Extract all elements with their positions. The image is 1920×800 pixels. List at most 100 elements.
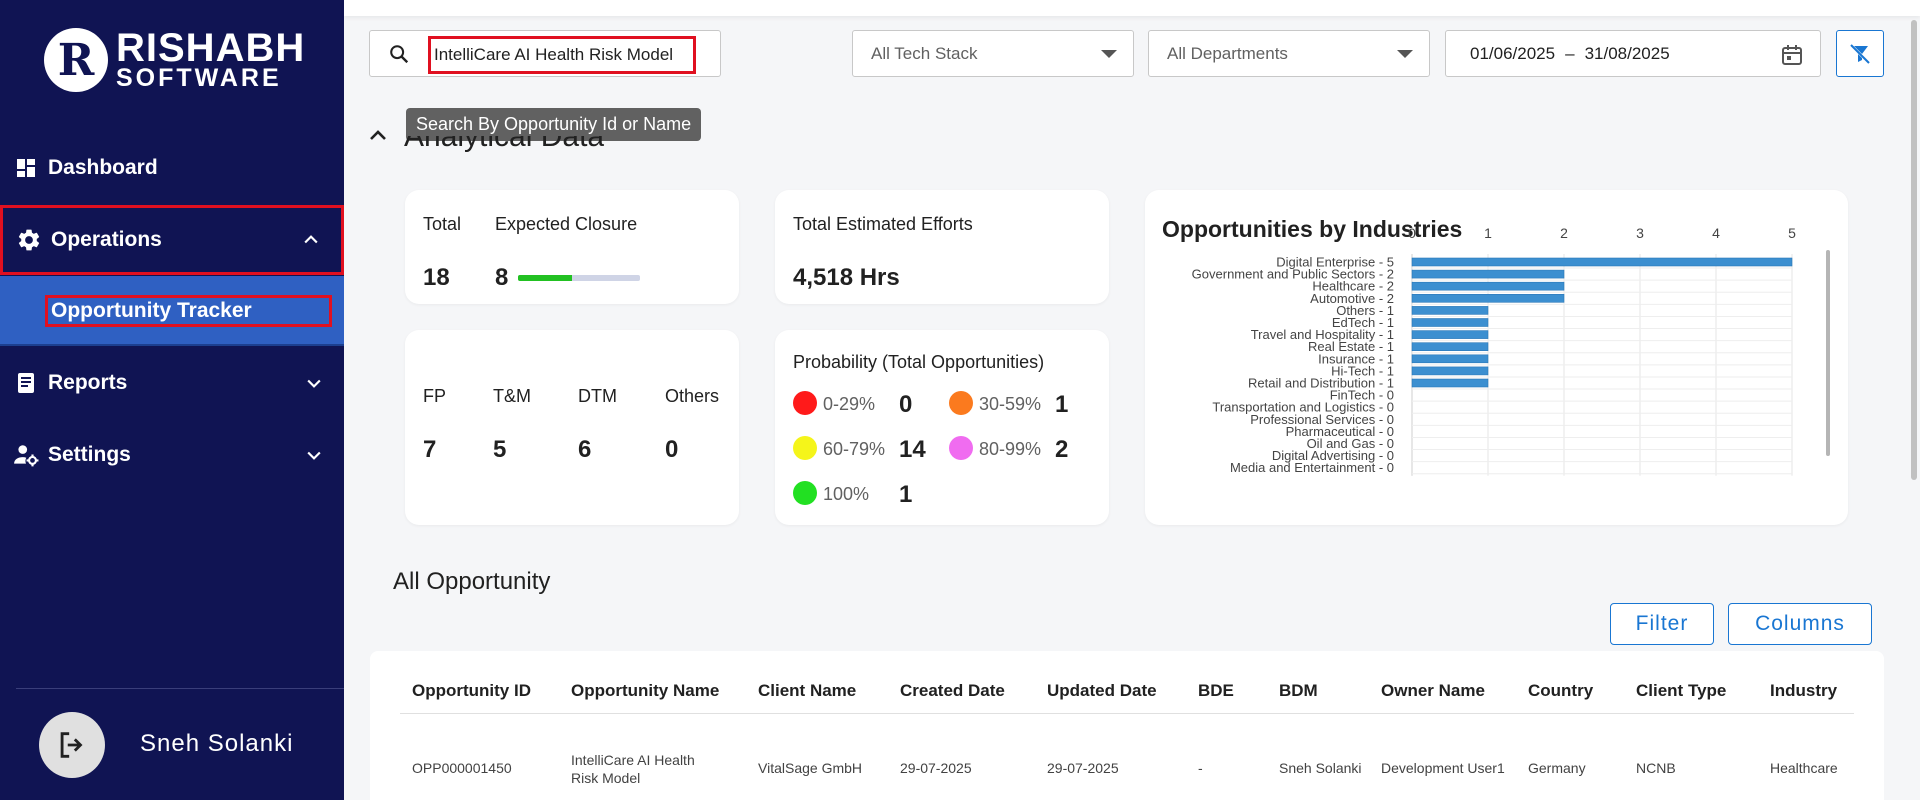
search-box[interactable]	[369, 30, 721, 77]
date-separator: –	[1565, 44, 1575, 63]
search-input[interactable]	[428, 36, 696, 74]
cell-industry: Healthcare	[1770, 760, 1838, 776]
total-value: 18	[423, 264, 450, 291]
closure-progress-bar	[518, 275, 640, 281]
efforts-value: 4,518 Hrs	[793, 264, 900, 291]
type-label-others: Others	[665, 386, 720, 406]
brand-line1: RISHABH	[116, 26, 306, 71]
x-tick-label: 1	[1484, 225, 1492, 241]
type-value-fp: 7	[423, 436, 437, 463]
calendar-icon[interactable]	[1780, 43, 1804, 67]
sidebar-item-reports[interactable]: Reports	[0, 348, 344, 418]
top-bar	[344, 0, 1920, 16]
type-value-others: 0	[665, 436, 679, 463]
bar	[1411, 306, 1489, 315]
sidebar-item-label: Reports	[48, 371, 128, 394]
industries-bar-chart: 0 1 2 3 4 5Digital Enterprise - 5Government a…	[1192, 225, 1796, 476]
columns-button[interactable]: Columns	[1728, 603, 1872, 645]
tech-stack-select[interactable]: All Tech Stack	[852, 30, 1134, 77]
cell-client-type: NCNB	[1636, 760, 1676, 776]
cell-country: Germany	[1528, 760, 1586, 776]
col-header-client-type[interactable]: Client Type	[1636, 681, 1726, 701]
probability-title: Probability (Total Opportunities)	[793, 352, 1045, 372]
col-header-bdm[interactable]: BDM	[1279, 681, 1318, 701]
department-select[interactable]: All Departments	[1148, 30, 1430, 77]
header-divider	[400, 713, 1854, 714]
prob-label-80-99: 80-99%	[979, 439, 1042, 459]
sidebar-subitem-opportunity-tracker[interactable]: Opportunity Tracker	[0, 276, 344, 346]
bar	[1411, 354, 1489, 364]
cell-opportunity-name[interactable]: IntelliCare AI Health Risk Model	[571, 751, 711, 787]
prob-dot-30-59	[949, 391, 973, 415]
sidebar-item-label: Dashboard	[48, 156, 158, 179]
filter-button[interactable]: Filter	[1610, 603, 1714, 645]
cell-opportunity-id[interactable]: OPP000001450	[412, 759, 512, 777]
type-label-fp: FP	[423, 386, 447, 406]
chevron-up-icon[interactable]	[366, 124, 390, 148]
efforts-label: Total Estimated Efforts	[793, 214, 973, 234]
closure-value: 8	[495, 264, 509, 291]
col-header-country[interactable]: Country	[1528, 681, 1593, 701]
dashboard-icon	[12, 154, 40, 182]
clear-filter-button[interactable]	[1836, 30, 1884, 77]
bar	[1411, 342, 1489, 351]
cell-client-name: VitalSage GmbH	[758, 760, 863, 776]
date-from: 01/06/2025	[1470, 44, 1556, 63]
efforts-card: Total Estimated Efforts 4,518 Hrs	[775, 190, 1109, 304]
logout-button[interactable]	[39, 712, 105, 778]
brand-line2: SOFTWARE	[116, 64, 282, 93]
sidebar-item-operations[interactable]: Operations	[0, 205, 344, 275]
col-header-owner-name[interactable]: Owner Name	[1381, 681, 1485, 701]
col-header-opportunity-name[interactable]: Opportunity Name	[571, 681, 719, 701]
cell-created-date: 29-07-2025	[900, 760, 972, 776]
date-range-picker[interactable]: 01/06/2025–31/08/2025	[1445, 30, 1821, 77]
prob-value-80-99: 2	[1055, 436, 1069, 463]
date-to: 31/08/2025	[1584, 44, 1670, 63]
report-icon	[12, 369, 40, 397]
prob-value-30-59: 1	[1055, 391, 1069, 418]
col-header-industry[interactable]: Industry	[1770, 681, 1837, 701]
prob-dot-0-29	[793, 391, 817, 415]
filter-off-icon	[1849, 43, 1871, 64]
probability-card: Probability (Total Opportunities) 0-29% …	[775, 330, 1109, 525]
x-tick-label: 0	[1408, 225, 1416, 241]
search-icon	[390, 45, 409, 64]
tech-stack-value: All Tech Stack	[871, 44, 978, 63]
col-header-bde[interactable]: BDE	[1198, 681, 1234, 701]
closure-progress-fill	[518, 275, 572, 281]
total-label: Total	[423, 214, 462, 234]
type-value-tm: 5	[493, 436, 507, 463]
department-value: All Departments	[1167, 44, 1288, 63]
bar	[1411, 366, 1489, 376]
bar	[1411, 294, 1565, 303]
cell-bde: -	[1198, 760, 1203, 776]
chart-scrollbar[interactable]	[1826, 250, 1830, 456]
prob-label-0-29: 0-29%	[823, 394, 876, 414]
closure-label: Expected Closure	[495, 214, 638, 234]
col-header-opportunity-id[interactable]: Opportunity ID	[412, 681, 531, 701]
type-value-dtm: 6	[578, 436, 592, 463]
type-label-tm: T&M	[493, 386, 531, 406]
prob-dot-60-79	[793, 436, 817, 460]
page-scrollbar[interactable]	[1911, 20, 1917, 480]
col-header-client-name[interactable]: Client Name	[758, 681, 856, 701]
x-tick-label: 3	[1636, 225, 1644, 241]
prob-dot-100	[793, 481, 817, 505]
sidebar-divider	[16, 688, 344, 689]
col-header-updated-date[interactable]: Updated Date	[1047, 681, 1157, 701]
prob-label-60-79: 60-79%	[823, 439, 886, 459]
sidebar-item-label: Operations	[51, 228, 162, 251]
x-tick-label: 2	[1560, 225, 1568, 241]
sidebar-item-dashboard[interactable]: Dashboard	[0, 133, 344, 203]
chevron-down-icon	[307, 379, 321, 388]
col-header-created-date[interactable]: Created Date	[900, 681, 1005, 701]
bar	[1411, 281, 1565, 291]
category-label: Media and Entertainment - 0	[1230, 460, 1394, 475]
gear-icon	[15, 226, 43, 254]
cell-owner-name: Development User1	[1381, 760, 1505, 776]
sidebar-item-settings[interactable]: Settings	[0, 420, 344, 490]
brand-logo[interactable]: R RISHABH SOFTWARE	[44, 28, 305, 92]
opportunity-table: Opportunity ID Opportunity Name Client N…	[370, 651, 1884, 800]
bar	[1411, 318, 1489, 327]
industries-chart-card: Opportunities by Industries 0 1 2 3 4 5 Digita…	[1145, 190, 1848, 525]
